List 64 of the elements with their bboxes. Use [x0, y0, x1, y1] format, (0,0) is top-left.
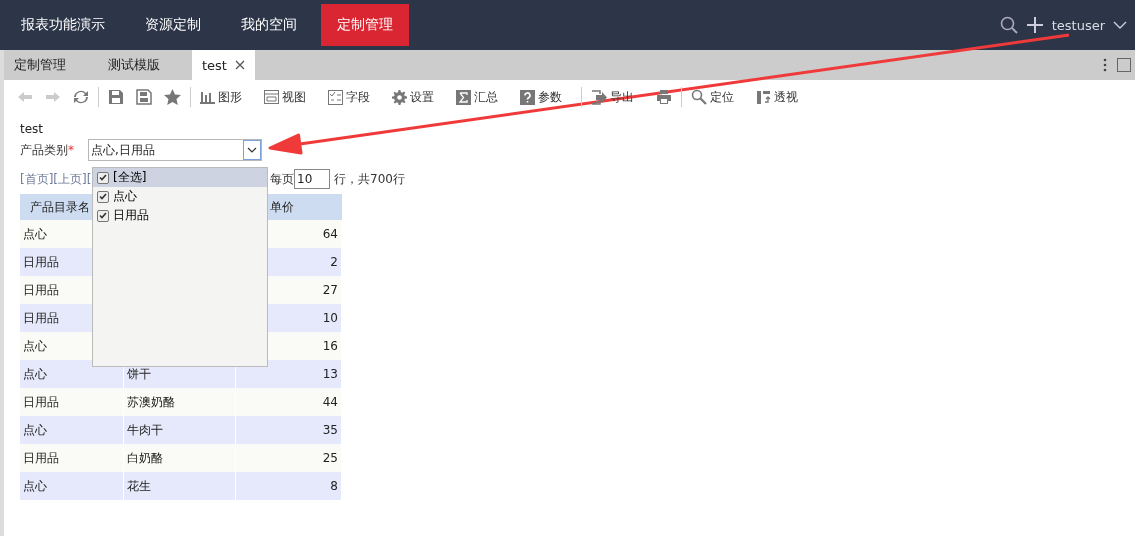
required-mark: *: [68, 143, 74, 157]
toolbar-button[interactable]: 透视: [751, 85, 803, 109]
bar-chart-icon: [200, 90, 215, 104]
forward-arrow-icon: [45, 90, 61, 104]
per-page-field[interactable]: 10: [294, 169, 330, 189]
checkbox[interactable]: [97, 209, 109, 222]
gear-icon: [392, 89, 407, 105]
tab[interactable]: 测试模版: [98, 50, 170, 80]
close-icon[interactable]: [234, 60, 245, 70]
chevron-down-icon[interactable]: [1113, 21, 1127, 29]
dropdown-button[interactable]: [243, 140, 261, 160]
question-icon: [520, 89, 535, 105]
dropdown-option[interactable]: [全选]: [93, 168, 267, 187]
table-cell: 35: [236, 416, 342, 444]
table-cell: 8: [236, 472, 342, 500]
table-cell: 点心: [20, 360, 124, 388]
table-cell: 牛肉干: [124, 416, 236, 444]
checkbox[interactable]: [97, 190, 109, 203]
table-cell: 日用品: [20, 444, 124, 472]
more-vertical-icon[interactable]: [1103, 58, 1107, 72]
save-as-icon: [136, 89, 152, 105]
refresh-icon: [73, 89, 89, 105]
toolbar-button[interactable]: 设置: [387, 85, 439, 109]
checkbox[interactable]: [97, 171, 109, 184]
total-rows-text: 行，共700行: [334, 170, 405, 188]
user-name[interactable]: testuser: [1051, 17, 1105, 33]
export-icon: [591, 89, 607, 105]
magnifier-icon: [691, 89, 707, 105]
search-icon[interactable]: [999, 16, 1018, 34]
table-cell: 点心: [20, 416, 124, 444]
nav-item[interactable]: 定制管理: [321, 4, 409, 46]
nav-item[interactable]: 报表功能演示: [5, 4, 121, 46]
checklist-icon: [328, 89, 343, 105]
table-cell: 44: [236, 388, 342, 416]
maximize-icon[interactable]: [1117, 58, 1131, 72]
table-cell: 花生: [124, 472, 236, 500]
table-cell: 苏澳奶酪: [124, 388, 236, 416]
table-cell: 日用品: [20, 388, 124, 416]
toolbar-button[interactable]: 视图: [259, 85, 311, 109]
category-combo-field[interactable]: 点心,日用品: [88, 139, 262, 161]
filter-label: 产品类别: [20, 141, 68, 159]
back-arrow-icon: [17, 90, 33, 104]
toolbar-button[interactable]: 图形: [195, 85, 247, 109]
toolbar-button[interactable]: 字段: [323, 85, 375, 109]
save-icon: [108, 89, 124, 105]
plus-icon[interactable]: [1025, 16, 1044, 34]
table-cell: 25: [236, 444, 342, 472]
pivot-icon: [756, 89, 771, 105]
tab[interactable]: test: [192, 50, 255, 80]
toolbar-button[interactable]: 定位: [686, 85, 739, 109]
toolbar-button[interactable]: 汇总: [451, 85, 503, 109]
per-page-label: 每页: [270, 170, 294, 188]
nav-item[interactable]: 我的空间: [225, 4, 313, 46]
nav-item[interactable]: 资源定制: [129, 4, 217, 46]
report-title: test: [20, 122, 45, 138]
sigma-icon: [456, 89, 471, 105]
star-icon: [164, 89, 181, 105]
table-cell: 13: [236, 360, 342, 388]
chevron-down-icon: [247, 147, 257, 153]
table-cell: 点心: [20, 472, 124, 500]
toolbar-button[interactable]: 参数: [515, 85, 567, 109]
table-cell: 白奶酪: [124, 444, 236, 472]
layout-icon: [264, 90, 279, 104]
tab[interactable]: 定制管理: [4, 50, 76, 80]
